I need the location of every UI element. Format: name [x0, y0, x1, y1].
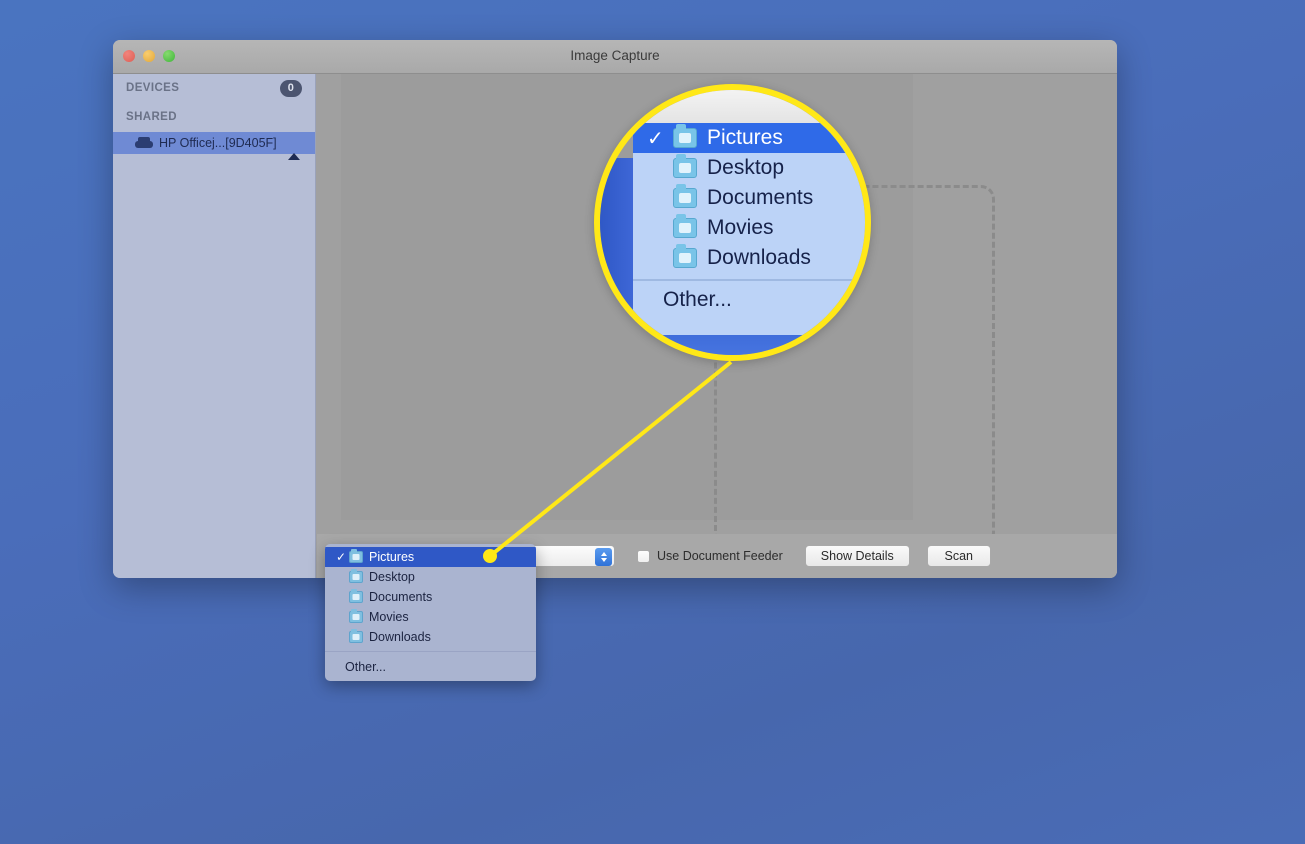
menu-item-label: Pictures [369, 550, 415, 564]
sidebar-section-devices-label: DEVICES [126, 82, 180, 94]
magnified-menu-item-pictures: ✓ Pictures [633, 123, 865, 153]
menu-item-documents[interactable]: Documents [325, 587, 536, 607]
magnified-blue-strip [600, 158, 636, 329]
magnified-menu-item-downloads: Downloads [633, 243, 865, 273]
menu-item-label: Desktop [369, 570, 415, 584]
scan-button[interactable]: Scan [926, 545, 991, 567]
devices-count-badge: 0 [280, 80, 302, 97]
scan-to-popup-menu[interactable]: ✓ Pictures Desktop Documents Movies Down… [325, 544, 536, 681]
use-document-feeder-checkbox[interactable] [637, 549, 650, 563]
downloads-folder-icon [673, 244, 697, 268]
sidebar: DEVICES 0 SHARED HP Officej...[9D405F] [113, 74, 316, 578]
sidebar-item-hp-officejet[interactable]: HP Officej...[9D405F] [113, 132, 315, 160]
menu-separator [325, 651, 536, 652]
sidebar-section-devices: DEVICES 0 [113, 74, 315, 103]
menu-item-movies[interactable]: Movies [325, 607, 536, 627]
use-document-feeder-control[interactable]: Use Document Feeder [637, 549, 783, 563]
movies-folder-icon [349, 609, 363, 623]
show-details-button[interactable]: Show Details [804, 545, 910, 567]
movies-folder-icon [673, 214, 697, 238]
menu-item-label: Documents [369, 590, 433, 604]
check-icon: ✓ [647, 127, 664, 150]
magnified-titlebar-strip [600, 90, 865, 123]
magnified-scan-to-menu: ✓ Pictures Desktop Documents Movies Down… [633, 123, 865, 335]
check-icon: ✓ [336, 550, 347, 564]
window-title: Image Capture [570, 48, 660, 63]
window-titlebar[interactable]: Image Capture [113, 40, 1117, 74]
downloads-folder-icon [349, 629, 363, 643]
magnified-menu-item-desktop: Desktop [633, 153, 865, 183]
sidebar-section-shared-label: SHARED [126, 111, 177, 123]
sidebar-section-shared: SHARED [113, 103, 315, 132]
printer-icon [135, 137, 153, 149]
menu-item-other[interactable]: Other... [325, 656, 536, 678]
menu-item-downloads[interactable]: Downloads [325, 627, 536, 647]
pictures-folder-icon [673, 124, 697, 148]
magnified-menu-item-movies: Movies [633, 213, 865, 243]
up-down-stepper-icon[interactable] [595, 547, 612, 566]
documents-folder-icon [349, 589, 363, 603]
documents-folder-icon [673, 184, 697, 208]
menu-item-desktop[interactable]: Desktop [325, 567, 536, 587]
magnified-menu-item-documents: Documents [633, 183, 865, 213]
menu-item-pictures[interactable]: ✓ Pictures [325, 547, 536, 567]
magnified-menu-item-label: Pictures [707, 126, 783, 149]
eject-icon[interactable] [288, 136, 300, 160]
use-document-feeder-label: Use Document Feeder [657, 549, 783, 563]
magnified-menu-item-label: Desktop [707, 156, 785, 179]
desktop-folder-icon [673, 154, 697, 178]
magnifier-callout: ✓ Pictures Desktop Documents Movies Down… [594, 84, 871, 361]
magnified-menu-separator [633, 279, 865, 281]
device-label: HP Officej...[9D405F] [159, 136, 277, 150]
menu-item-label: Downloads [369, 630, 431, 644]
magnified-menu-item-other: Other... [663, 288, 732, 311]
magnified-menu-item-label: Documents [707, 186, 814, 209]
magnified-menu-item-label: Movies [707, 216, 774, 239]
menu-item-label: Movies [369, 610, 409, 624]
desktop-folder-icon [349, 569, 363, 583]
pictures-folder-icon [349, 549, 363, 563]
magnified-menu-item-label: Downloads [707, 246, 811, 269]
yellow-endpoint-dot [483, 549, 497, 563]
